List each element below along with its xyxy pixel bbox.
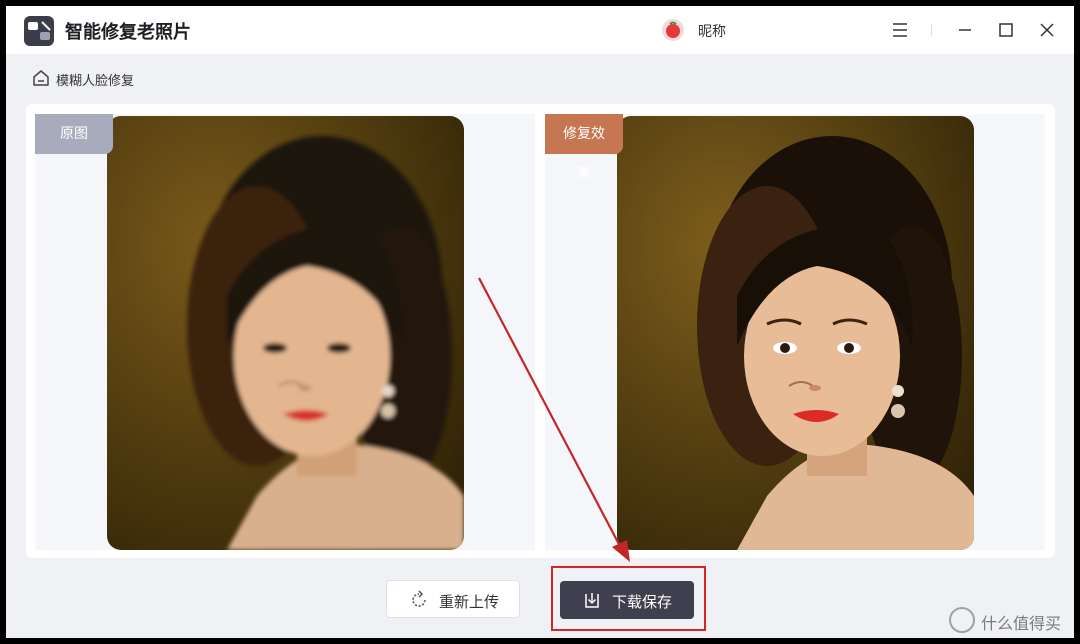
- home-icon[interactable]: [32, 69, 50, 87]
- original-photo: [107, 116, 464, 550]
- reupload-button[interactable]: 重新上传: [386, 580, 520, 618]
- maximize-icon[interactable]: [992, 16, 1020, 44]
- watermark-logo-icon: [949, 607, 975, 633]
- hamburger-menu-icon[interactable]: [886, 16, 914, 44]
- result-tag: 修复效果: [545, 114, 623, 182]
- app-title: 智能修复老照片: [65, 22, 191, 43]
- refresh-icon: [409, 590, 429, 610]
- comparison-card: 原图 修复效果: [26, 104, 1055, 558]
- user-avatar[interactable]: [662, 19, 684, 41]
- breadcrumb-label[interactable]: 模糊人脸修复: [56, 70, 134, 89]
- original-tag: 原图: [35, 114, 113, 154]
- result-panel: 修复效果: [545, 114, 1045, 550]
- download-highlight-box: [551, 566, 706, 631]
- original-panel: 原图: [35, 114, 535, 550]
- minimize-icon[interactable]: [951, 16, 979, 44]
- result-photo: [617, 116, 974, 550]
- close-icon[interactable]: [1033, 16, 1061, 44]
- watermark-text: 什么值得买: [981, 614, 1062, 633]
- reupload-label: 重新上传: [439, 593, 500, 611]
- title-bar: 智能修复老照片 昵称: [6, 6, 1074, 54]
- app-window: 智能修复老照片 昵称 模糊人脸修复 原图 修复效果 重新上传 下载保存 什么值得…: [6, 6, 1074, 638]
- app-logo-icon: [24, 16, 54, 46]
- titlebar-divider: [931, 24, 932, 36]
- user-name[interactable]: 昵称: [698, 21, 726, 41]
